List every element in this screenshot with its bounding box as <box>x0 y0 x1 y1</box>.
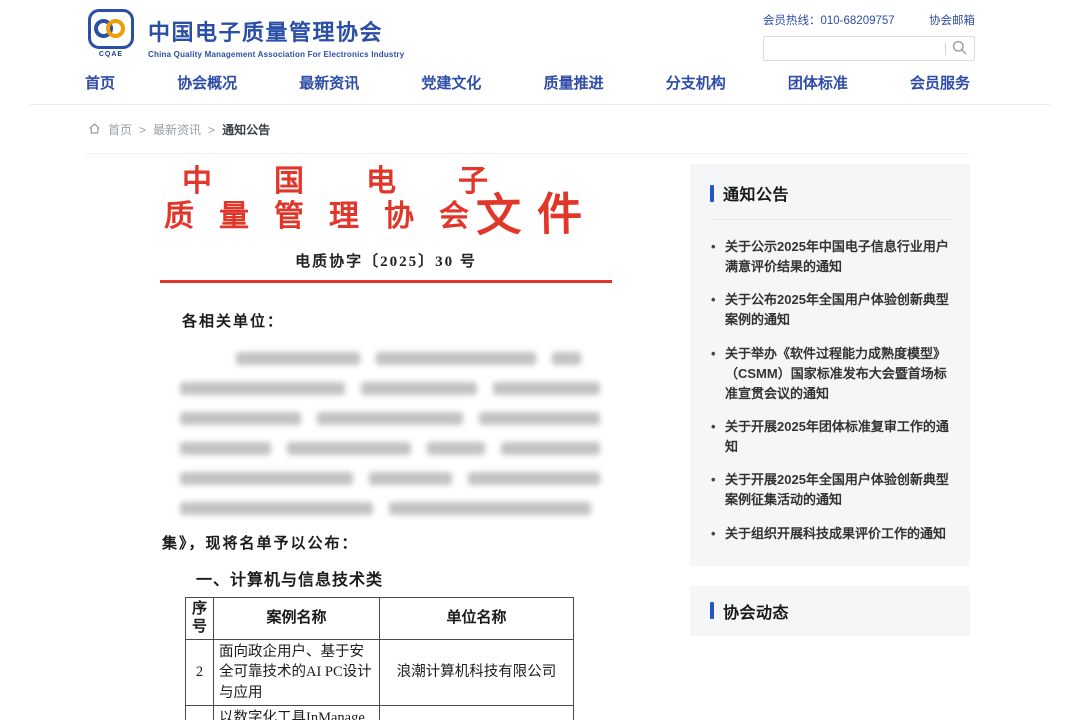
doc-number: 电质协字〔2025〕30 号 <box>160 250 612 271</box>
col-header-case: 案例名称 <box>214 597 380 640</box>
case-table: 序号 案例名称 单位名称 2 面向政企用户、基于安全可靠技术的AI PC设计与应… <box>185 597 574 720</box>
section-accent-bar <box>710 185 714 202</box>
cell-case: 面向政企用户、基于安全可靠技术的AI PC设计与应用 <box>214 640 380 706</box>
breadcrumb-home[interactable]: 首页 <box>108 121 132 138</box>
doc-red-rule <box>160 280 612 283</box>
col-header-no: 序号 <box>186 597 214 640</box>
notice-section: 通知公告 关于公示2025年中国电子信息行业用户满意评价结果的通知 关于公布20… <box>690 164 970 566</box>
search-box <box>763 36 975 61</box>
table-header-row: 序号 案例名称 单位名称 <box>186 597 574 640</box>
nav-item-standards[interactable]: 团体标准 <box>788 72 848 93</box>
redacted-paragraph <box>180 352 600 515</box>
search-button[interactable] <box>952 40 967 58</box>
site-header: CQAE 中国电子质量管理协会 China Quality Management… <box>0 0 1080 64</box>
nav-divider <box>30 104 1050 105</box>
search-icon <box>952 40 967 58</box>
notice-section-title: 通知公告 <box>723 181 789 205</box>
cell-no: 2 <box>186 640 214 706</box>
notice-link[interactable]: 关于举办《软件过程能力成熟度模型》（CSMM）国家标准发布大会暨首场标准宣贯会议… <box>710 344 950 404</box>
breadcrumb-news[interactable]: 最新资讯 <box>153 121 201 138</box>
notice-list: 关于公示2025年中国电子信息行业用户满意评价结果的通知 关于公布2025年全国… <box>710 237 950 544</box>
org-title: 中国电子质量管理协会 <box>148 15 404 47</box>
nav-item-overview[interactable]: 协会概况 <box>177 72 237 93</box>
notice-link[interactable]: 关于公示2025年中国电子信息行业用户满意评价结果的通知 <box>710 237 950 277</box>
cell-case: 以数字化工具InManage Kits实现批量运维，提升用户服务体验 <box>214 705 380 720</box>
table-row: 5 以数字化工具InManage Kits实现批量运维，提升用户服务体验 浪潮计… <box>186 705 574 720</box>
section-accent-bar <box>710 602 714 619</box>
site-title-block: 中国电子质量管理协会 China Quality Management Asso… <box>148 15 404 59</box>
nav-item-party[interactable]: 党建文化 <box>421 72 481 93</box>
member-hotline: 会员热线：010-68209757 <box>763 12 895 28</box>
cell-no: 5 <box>186 705 214 720</box>
doc-closing-line: 集》，现将名单予以公布： <box>162 532 612 553</box>
nav-item-quality[interactable]: 质量推进 <box>544 72 604 93</box>
breadcrumb: 首页 > 最新资讯 > 通知公告 <box>88 121 1080 138</box>
qc-mark-icon <box>88 9 134 49</box>
cell-org: 浪潮计算机科技有限公司 <box>380 640 574 706</box>
notice-link[interactable]: 关于开展2025年全国用户体验创新典型案例征集活动的通知 <box>710 470 950 510</box>
association-mailbox-link[interactable]: 协会邮箱 <box>929 12 975 28</box>
breadcrumb-current: 通知公告 <box>222 121 270 138</box>
doc-salutation: 各相关单位： <box>182 310 612 331</box>
doc-section-heading: 一、计算机与信息技术类 <box>196 566 612 590</box>
logo-caption: CQAE <box>99 51 123 58</box>
col-header-org: 单位名称 <box>380 597 574 640</box>
main-nav: 首页 协会概况 最新资讯 党建文化 质量推进 分支机构 团体标准 会员服务 <box>0 64 1080 100</box>
doc-title-suffix: 文件 <box>475 177 598 244</box>
nav-item-branches[interactable]: 分支机构 <box>666 72 726 93</box>
notice-link[interactable]: 关于组织开展科技成果评价工作的通知 <box>710 524 950 544</box>
breadcrumb-separator: > <box>208 123 215 137</box>
site-logo[interactable]: CQAE <box>88 9 134 58</box>
official-document-scan: 中国电子 质量管理协会 文件 电质协字〔2025〕30 号 各相关单位： <box>160 164 612 720</box>
search-input[interactable] <box>772 42 945 56</box>
org-subtitle: China Quality Management Association For… <box>148 50 404 59</box>
breadcrumb-separator: > <box>139 123 146 137</box>
nav-item-news[interactable]: 最新资讯 <box>299 72 359 93</box>
dynamics-section-title: 协会动态 <box>723 599 789 623</box>
nav-item-members[interactable]: 会员服务 <box>910 72 970 93</box>
home-icon <box>88 122 101 138</box>
notice-link[interactable]: 关于开展2025年团体标准复审工作的通知 <box>710 417 950 457</box>
search-divider <box>945 43 946 55</box>
nav-item-home[interactable]: 首页 <box>85 72 115 93</box>
table-row: 2 面向政企用户、基于安全可靠技术的AI PC设计与应用 浪潮计算机科技有限公司 <box>186 640 574 706</box>
notice-link[interactable]: 关于公布2025年全国用户体验创新典型案例的通知 <box>710 290 950 330</box>
dynamics-section: 协会动态 <box>690 586 970 636</box>
section-divider <box>710 219 950 220</box>
sidebar: 通知公告 关于公示2025年中国电子信息行业用户满意评价结果的通知 关于公布20… <box>690 164 970 636</box>
cell-org: 浪潮计算机科技有限公司 <box>380 705 574 720</box>
